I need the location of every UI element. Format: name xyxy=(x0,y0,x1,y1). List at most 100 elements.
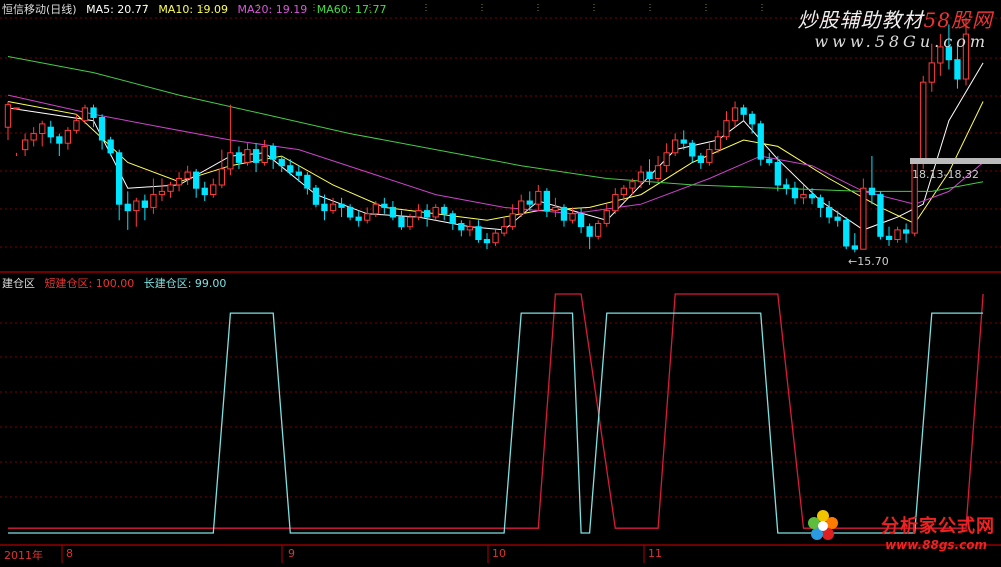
ma60-label: MA60: 17.77 xyxy=(316,3,387,16)
date-label-nov: 11 xyxy=(648,547,662,560)
candle-body-24 xyxy=(210,184,217,195)
candle-body-74 xyxy=(637,171,645,183)
candle-body-16 xyxy=(141,200,148,208)
short-zone-label: 短建仓区: 100.00 xyxy=(44,277,135,290)
candle-body-66 xyxy=(569,213,576,221)
candle-body-100 xyxy=(860,187,867,250)
watermark-top-text: 炒股辅助教材 xyxy=(797,8,924,32)
candle-body-81 xyxy=(697,155,705,164)
candle-body-83 xyxy=(714,136,722,151)
candle-body-35 xyxy=(304,174,311,189)
candle-body-2 xyxy=(22,139,29,151)
date-label-year: 2011年 xyxy=(4,549,43,562)
candle-body-30 xyxy=(261,145,268,163)
candle-body-18 xyxy=(158,190,166,196)
candle-body-82 xyxy=(706,149,713,163)
candle-body-17 xyxy=(150,194,157,208)
kline-chart: 恒信移动(日线) MA5: 20.77 MA10: 19.09 MA20: 19… xyxy=(0,0,1001,563)
candle-body-91 xyxy=(783,184,790,189)
candle-body-42 xyxy=(364,213,371,221)
candle-body-46 xyxy=(398,216,405,228)
candle-body-59 xyxy=(509,213,516,228)
candle-body-36 xyxy=(312,187,320,205)
candle-body-88 xyxy=(757,123,764,160)
candle-body-104 xyxy=(894,229,901,240)
candle-body-92 xyxy=(791,187,799,199)
short-zone-line xyxy=(8,293,984,529)
candle-body-58 xyxy=(501,226,508,234)
candle-body-7 xyxy=(64,129,71,144)
bottom-header: 建仓区 短建仓区: 100.00 长建仓区: 99.00 xyxy=(2,277,232,291)
candle-body-77 xyxy=(663,152,670,167)
candle-body-22 xyxy=(193,171,200,189)
candle-body-64 xyxy=(552,206,559,212)
candle-body-26 xyxy=(227,152,234,170)
candle-body-20 xyxy=(175,178,183,186)
candle-body-108 xyxy=(928,62,935,83)
candle-body-19 xyxy=(167,184,174,192)
range-annotation: 18.13-18.32 xyxy=(912,168,979,181)
candle-body-99 xyxy=(851,245,859,250)
candle-body-1 xyxy=(13,107,20,110)
candle-body-71 xyxy=(612,194,619,212)
candle-body-94 xyxy=(808,194,816,199)
candle-body-44 xyxy=(381,203,388,208)
candle-body-12 xyxy=(107,139,114,154)
candle-body-73 xyxy=(629,181,636,189)
candle-body-45 xyxy=(389,206,397,218)
candle-body-3 xyxy=(30,133,37,141)
candle-body-65 xyxy=(560,206,568,221)
candle-body-85 xyxy=(731,107,739,122)
candle-body-89 xyxy=(766,158,773,164)
candle-body-70 xyxy=(603,210,610,224)
candle-body-79 xyxy=(680,139,687,144)
candle-body-105 xyxy=(903,229,910,234)
price-range-bar xyxy=(910,158,1001,164)
zone-title: 建仓区 xyxy=(2,277,35,290)
flower-logo-icon xyxy=(808,510,838,540)
candle-body-28 xyxy=(244,149,251,163)
date-label-oct: 10 xyxy=(492,547,506,560)
candle-body-40 xyxy=(347,206,354,218)
candle-body-50 xyxy=(432,206,439,218)
stock-title: 恒信移动(日线) xyxy=(2,3,77,16)
candle-body-84 xyxy=(723,120,730,138)
candle-body-43 xyxy=(372,203,380,215)
watermark-bottom: 分析家公式网 xyxy=(881,516,995,537)
candle-body-97 xyxy=(834,216,841,221)
ma20-label: MA20: 19.19 xyxy=(237,3,308,16)
candle-body-4 xyxy=(39,123,46,135)
candle-body-41 xyxy=(355,216,362,221)
candle-body-23 xyxy=(201,187,208,196)
candle-body-8 xyxy=(73,120,80,131)
candle-body-111 xyxy=(954,59,961,80)
candle-body-27 xyxy=(235,152,243,163)
candle-body-67 xyxy=(577,213,585,228)
candle-body-0 xyxy=(4,104,12,128)
candle-body-101 xyxy=(868,187,876,196)
candle-body-96 xyxy=(826,206,833,218)
candle-body-93 xyxy=(800,194,807,199)
ma10-label: MA10: 19.09 xyxy=(158,3,229,16)
candle-body-107 xyxy=(920,81,927,163)
candle-body-5 xyxy=(47,126,54,138)
candle-body-95 xyxy=(817,197,824,208)
candle-body-61 xyxy=(526,200,533,205)
candle-body-90 xyxy=(774,162,782,186)
candle-body-55 xyxy=(475,226,482,240)
candle-body-54 xyxy=(466,226,474,231)
candle-body-48 xyxy=(415,210,422,218)
candle-body-29 xyxy=(252,149,260,163)
candle-body-34 xyxy=(295,171,303,176)
candle-body-25 xyxy=(218,168,225,186)
candle-body-69 xyxy=(595,223,602,237)
candle-body-75 xyxy=(646,171,653,180)
watermark-top-brand: 58股网 xyxy=(923,8,993,32)
candle-body-57 xyxy=(492,232,499,244)
candle-body-38 xyxy=(329,203,337,212)
candle-body-56 xyxy=(483,239,491,244)
date-label-sep: 9 xyxy=(288,547,295,560)
long-zone-line xyxy=(8,312,984,534)
candle-body-62 xyxy=(535,190,542,205)
candle-body-78 xyxy=(672,139,679,154)
